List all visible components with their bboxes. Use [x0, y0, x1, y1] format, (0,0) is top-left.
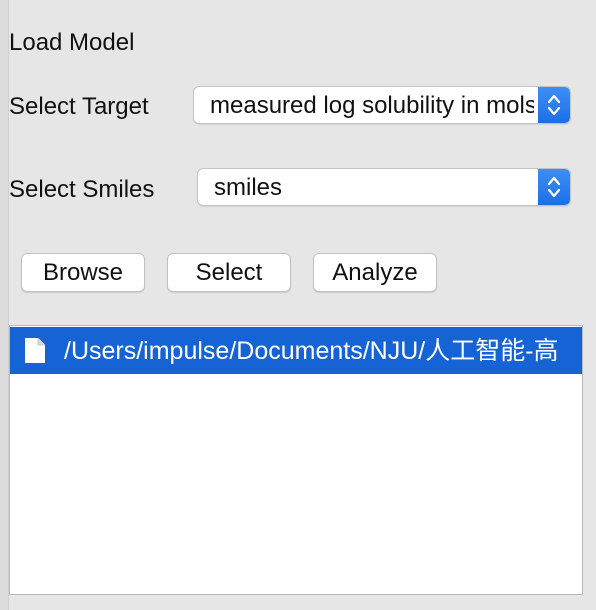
smiles-select-value: smiles — [214, 174, 283, 201]
select-button[interactable]: Select — [167, 253, 291, 292]
browse-button[interactable]: Browse — [21, 253, 145, 292]
list-item[interactable]: /Users/impulse/Documents/NJU/人工智能-高 — [10, 327, 582, 374]
window-left-edge — [0, 0, 9, 610]
analyze-button[interactable]: Analyze — [313, 253, 437, 292]
file-path-label: /Users/impulse/Documents/NJU/人工智能-高 — [64, 337, 559, 365]
target-select-stepper[interactable] — [538, 87, 570, 123]
document-icon — [24, 337, 46, 364]
file-list[interactable]: /Users/impulse/Documents/NJU/人工智能-高 — [9, 325, 583, 595]
target-select-value: measured log solubility in mols per litr… — [210, 92, 534, 119]
updown-chevron-icon — [547, 94, 561, 116]
select-target-label: Select Target — [9, 93, 149, 120]
smiles-select[interactable]: smiles — [197, 168, 571, 206]
select-smiles-label: Select Smiles — [9, 176, 155, 203]
updown-chevron-icon — [547, 176, 561, 198]
target-select[interactable]: measured log solubility in mols per litr… — [193, 86, 571, 124]
load-model-heading: Load Model — [9, 29, 135, 56]
smiles-select-stepper[interactable] — [538, 169, 570, 205]
